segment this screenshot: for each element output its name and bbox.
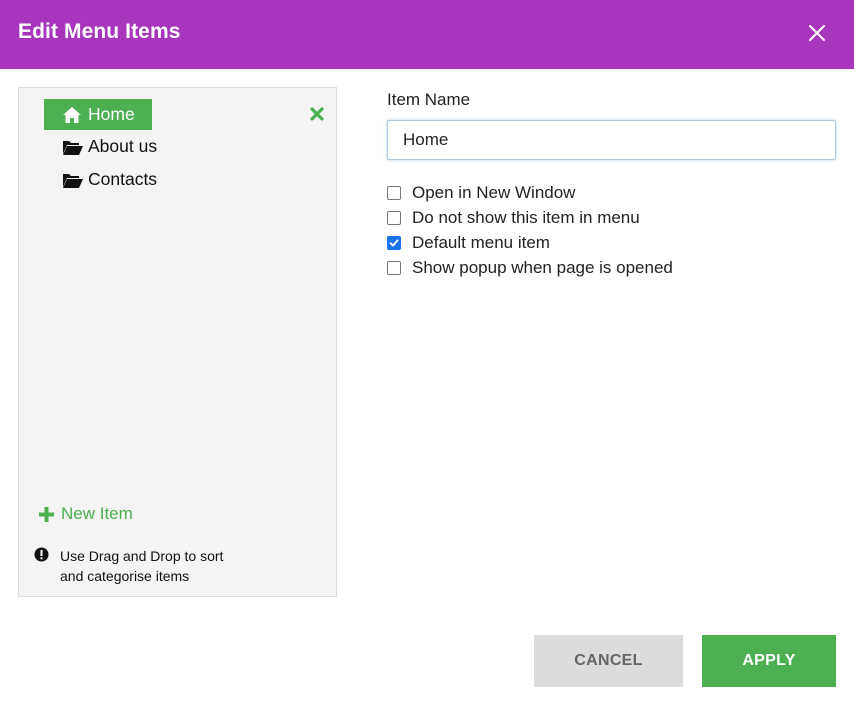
menu-item-about-us[interactable]: About us (62, 131, 157, 162)
checkbox-box[interactable] (387, 261, 401, 275)
hint-text-line: Use Drag and Drop to sort (60, 548, 224, 564)
item-name-label: Item Name (387, 90, 471, 109)
folder-open-icon (62, 138, 83, 156)
new-item-button[interactable]: New Item (38, 504, 133, 524)
plus-icon (38, 506, 55, 523)
close-icon[interactable] (806, 22, 828, 44)
dialog-title: Edit Menu Items (18, 20, 181, 43)
hide-in-menu-checkbox[interactable]: Do not show this item in menu (387, 208, 640, 228)
checkbox-label: Default menu item (412, 233, 550, 252)
default-menu-item-checkbox[interactable]: Default menu item (387, 233, 550, 253)
open-new-window-checkbox[interactable]: Open in New Window (387, 183, 575, 203)
show-popup-checkbox[interactable]: Show popup when page is opened (387, 258, 673, 278)
menu-item-label: Contacts (88, 169, 158, 189)
hint-text-line: and categorise items (60, 568, 190, 584)
checkbox-label: Open in New Window (412, 183, 576, 202)
item-name-input[interactable] (387, 120, 836, 160)
remove-icon[interactable] (309, 106, 325, 122)
checkbox-box[interactable] (387, 211, 401, 225)
checkbox-label: Show popup when page is opened (412, 258, 673, 277)
checkbox-box[interactable] (387, 186, 401, 200)
drag-drop-hint: Use Drag and Drop to sort and categorise… (34, 546, 260, 586)
home-icon (62, 106, 82, 124)
checkbox-label: Do not show this item in menu (412, 208, 640, 227)
checkmark-icon (389, 239, 399, 247)
menu-item-contacts[interactable]: Contacts (62, 164, 157, 195)
dialog-header: Edit Menu Items (0, 0, 854, 69)
new-item-label: New Item (61, 504, 133, 523)
exclamation-circle-icon (34, 547, 49, 562)
menu-tree-panel: Home About us Contacts New Item Use Drag… (18, 87, 337, 597)
menu-item-label: About us (88, 136, 158, 156)
apply-button[interactable]: APPLY (702, 635, 836, 687)
checkbox-box-checked[interactable] (387, 236, 401, 250)
menu-item-label: Home (88, 104, 135, 124)
cancel-button[interactable]: CANCEL (534, 635, 683, 687)
menu-item-home[interactable]: Home (44, 99, 152, 130)
folder-open-icon (62, 171, 83, 189)
